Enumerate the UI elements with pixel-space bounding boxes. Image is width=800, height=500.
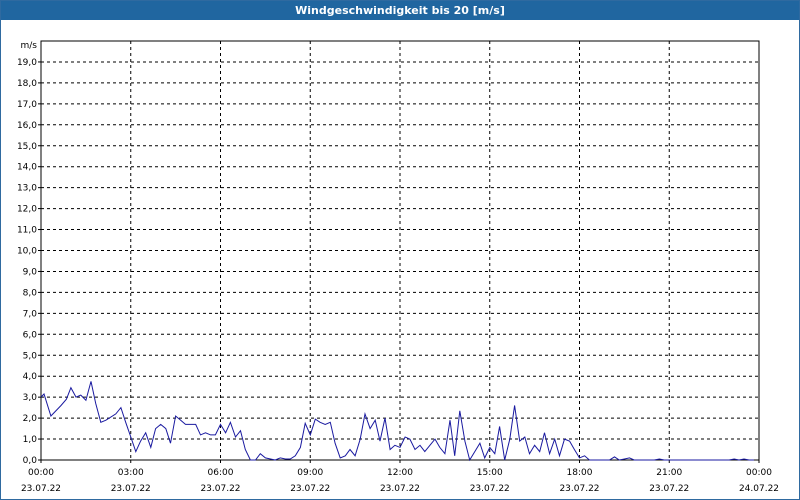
y-tick-label: 10,0 xyxy=(17,247,37,257)
x-tick-date-label: 23.07.22 xyxy=(200,484,240,494)
x-tick-date-label: 23.07.22 xyxy=(111,484,151,494)
y-tick-label: 6,0 xyxy=(23,330,38,340)
y-tick-label: 12,0 xyxy=(17,205,37,215)
y-tick-label: 2,0 xyxy=(23,414,38,424)
x-tick-date-label: 23.07.22 xyxy=(649,484,689,494)
y-tick-label: 15,0 xyxy=(17,142,37,152)
y-tick-label: 9,0 xyxy=(23,267,38,277)
x-tick-time-label: 06:00 xyxy=(208,468,234,478)
y-tick-label: 3,0 xyxy=(23,393,38,403)
x-tick-time-label: 18:00 xyxy=(567,468,593,478)
x-tick-time-label: 00:00 xyxy=(746,468,772,478)
y-tick-label: 7,0 xyxy=(23,309,38,319)
y-tick-label: 18,0 xyxy=(17,79,37,89)
y-tick-label: 19,0 xyxy=(17,58,37,68)
x-tick-time-label: 03:00 xyxy=(118,468,144,478)
x-tick-time-label: 21:00 xyxy=(656,468,682,478)
y-tick-label: 14,0 xyxy=(17,163,37,173)
axes xyxy=(38,40,760,463)
x-tick-date-label: 23.07.22 xyxy=(21,484,61,494)
x-tick-date-label: 23.07.22 xyxy=(380,484,420,494)
line-chart: 0,0 1,0 2,0 3,0 4,0 5,0 6,0 7,0 8,0 9,0 10,0 11,0 12… xyxy=(17,40,779,494)
y-tick-label: 1,0 xyxy=(23,435,38,445)
x-tick-date-label: 23.07.22 xyxy=(470,484,510,494)
series-layer xyxy=(40,381,754,462)
x-tick-date-label: 23.07.22 xyxy=(290,484,330,494)
grid xyxy=(41,41,759,460)
y-tick-label: 13,0 xyxy=(17,184,37,194)
x-tick-date-label: 24.07.22 xyxy=(739,484,779,494)
y-tick-label: 17,0 xyxy=(17,100,37,110)
x-tick-time-label: 12:00 xyxy=(387,468,413,478)
y-tick-label: 5,0 xyxy=(23,351,38,361)
y-tick-label: 4,0 xyxy=(23,372,38,382)
y-tick-label: 8,0 xyxy=(23,288,38,298)
y-axis-label: m/s xyxy=(21,41,38,51)
x-tick-time-label: 00:00 xyxy=(28,468,54,478)
y-tick-label: 11,0 xyxy=(17,226,37,236)
tick-labels: 0,0 1,0 2,0 3,0 4,0 5,0 6,0 7,0 8,0 9,0 10,0 11,0 12… xyxy=(17,41,779,494)
x-tick-date-label: 23.07.22 xyxy=(559,484,599,494)
series-line-windgeschwindigkeit xyxy=(40,381,754,462)
x-tick-time-label: 15:00 xyxy=(477,468,503,478)
x-tick-time-label: 09:00 xyxy=(297,468,323,478)
chart-window: Windgeschwindigkeit bis 20 [m/s] 0,0 1,0 2… xyxy=(0,0,800,500)
y-tick-label: 16,0 xyxy=(17,121,37,131)
y-tick-label: 0,0 xyxy=(23,456,38,466)
